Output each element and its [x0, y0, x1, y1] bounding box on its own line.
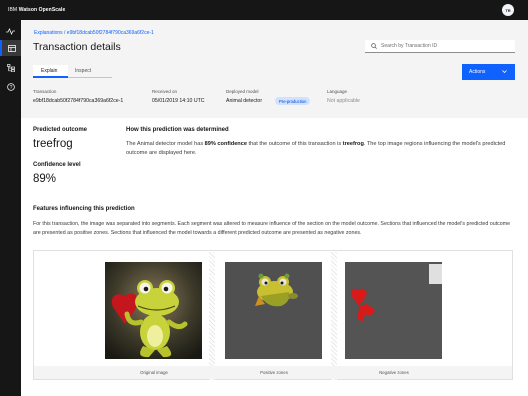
rail-tree-button[interactable] — [0, 60, 21, 76]
page-header: Explanations / e9bf18dcab50f2784f790ca36… — [21, 20, 528, 118]
svg-text:?: ? — [9, 85, 12, 91]
tab-inspect[interactable]: Inspect — [68, 65, 112, 78]
how-text-middle: that the outcome of this transaction is — [246, 141, 343, 147]
how-text-before: The Animal detector model has — [126, 141, 205, 147]
panel-divider — [209, 252, 215, 380]
left-rail: ? — [0, 20, 21, 396]
language-label: Language — [327, 89, 348, 94]
received-label: Received on — [152, 89, 178, 94]
negative-zones-caption: Negative zones — [379, 370, 409, 375]
positive-zones-image — [225, 262, 322, 359]
tab-inspect-label: Inspect — [75, 68, 92, 74]
model-label: Deployed model — [226, 89, 259, 94]
negative-zones-image — [345, 262, 442, 359]
predicted-outcome-value: treefrog — [33, 138, 73, 150]
model-status-badge: Pre-production — [275, 97, 311, 105]
tab-explain-label: Explain — [41, 67, 58, 74]
search-box[interactable] — [365, 40, 515, 53]
rail-dashboard-button[interactable] — [0, 40, 21, 56]
transaction-value: e9bf18dcab50f2784f790ca369a6f2ce-1 — [33, 98, 124, 104]
features-title: Features influencing this prediction — [33, 206, 135, 212]
top-bar: IBM Watson OpenScale TR — [0, 0, 528, 20]
user-avatar[interactable]: TR — [502, 4, 514, 16]
page-title: Transaction details — [33, 41, 121, 53]
received-value: 05/01/2019 14:10 UTC — [152, 98, 205, 104]
original-image — [105, 262, 202, 359]
breadcrumb[interactable]: Explanations / e9bf18dcab50f2784f790ca36… — [34, 30, 154, 36]
activity-icon — [6, 27, 15, 35]
actions-button[interactable]: Actions — [462, 64, 515, 80]
brand-prefix: IBM — [8, 7, 18, 13]
image-comparison-panel: Original image Positive zones Negative z… — [33, 250, 513, 380]
positive-zones-caption: Positive zones — [260, 370, 288, 375]
help-icon: ? — [6, 83, 15, 91]
avatar-initials: TR — [505, 7, 511, 13]
dashboard-icon — [7, 44, 16, 52]
brand[interactable]: IBM Watson OpenScale — [8, 7, 65, 13]
original-image-caption: Original image — [140, 370, 168, 375]
rail-activity-button[interactable] — [0, 23, 21, 39]
chevron-down-icon — [502, 70, 507, 73]
predicted-outcome-label: Predicted outcome — [33, 127, 88, 133]
tree-icon — [6, 64, 15, 72]
search-input[interactable] — [381, 43, 511, 49]
how-outcome: treefrog — [342, 141, 364, 147]
model-value: Animal detector — [226, 98, 263, 104]
search-icon — [371, 43, 377, 49]
how-confidence: 89% confidence — [204, 141, 247, 147]
how-determined-title: How this prediction was determined — [126, 127, 229, 133]
rail-help-button[interactable]: ? — [0, 79, 21, 95]
panel-divider — [331, 252, 337, 380]
language-value: Not applicable — [327, 98, 360, 104]
tab-list: Explain Inspect — [33, 65, 112, 78]
brand-name: Watson OpenScale — [18, 7, 66, 13]
features-description: For this transaction, the image was sepa… — [33, 221, 511, 236]
confidence-label: Confidence level — [33, 162, 81, 168]
actions-label: Actions — [469, 69, 486, 75]
how-determined-text: The Animal detector model has 89% confid… — [126, 140, 521, 158]
transaction-label: Transaction — [33, 89, 57, 94]
confidence-value: 89% — [33, 173, 57, 185]
tab-explain[interactable]: Explain — [33, 65, 68, 78]
